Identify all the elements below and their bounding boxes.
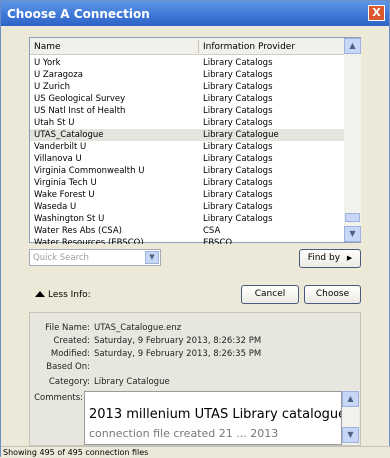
created-value: Saturday, 9 February 2013, 8:26:32 PM — [94, 336, 262, 346]
row-name: Water Res Abs (CSA) — [34, 226, 122, 236]
less-info-toggle[interactable]: Less Info: — [35, 290, 91, 300]
scroll-thumb[interactable] — [345, 213, 360, 222]
list-row[interactable]: U Zaragoza Library Catalogs — [30, 69, 344, 81]
row-name: Vanderbilt U — [34, 142, 87, 152]
category-label: Category: — [48, 377, 90, 387]
row-provider: Library Catalogs — [203, 202, 273, 212]
list-row[interactable]: U Zurich Library Catalogs — [30, 81, 344, 93]
row-name: Waseda U — [34, 202, 77, 212]
list-row[interactable]: Virginia Commonwealth U Library Catalogs — [30, 165, 344, 177]
scroll-up-icon[interactable]: ▲ — [344, 38, 361, 54]
comments-line-1: 2013 millenium UTAS Library catalogue — [89, 407, 342, 422]
find-by-label: Find by — [307, 253, 341, 263]
row-provider: Library Catalogs — [203, 70, 273, 80]
find-by-button[interactable]: Find by ▶ — [299, 249, 361, 268]
list-header: Name Information Provider — [30, 38, 344, 55]
row-name: U Zaragoza — [34, 70, 83, 80]
row-provider: Library Catalogs — [203, 82, 273, 92]
row-provider: Library Catalogs — [203, 178, 273, 188]
row-name: US Geological Survey — [34, 94, 126, 104]
row-provider: CSA — [203, 226, 221, 236]
row-provider: Library Catalogs — [203, 142, 273, 152]
triangle-right-icon: ▶ — [346, 254, 353, 262]
file-name-value: UTAS_Catalogue.enz — [94, 323, 182, 333]
column-divider[interactable] — [198, 40, 199, 53]
list-row[interactable]: Wake Forest U Library Catalogs — [30, 189, 344, 201]
comments-scroll-down-icon[interactable]: ▼ — [342, 427, 359, 443]
choose-connection-dialog: Choose A Connection X Name Information P… — [0, 0, 390, 458]
list-row[interactable]: Waseda U Library Catalogs — [30, 201, 344, 213]
comments-scrollbar[interactable]: ▲ ▼ — [342, 391, 359, 445]
close-button[interactable]: X — [368, 5, 385, 21]
row-provider: EBSCO — [203, 238, 233, 244]
row-name: US Natl Inst of Health — [34, 106, 126, 116]
arrow-up-icon — [35, 291, 45, 297]
row-name: U York — [34, 58, 61, 68]
file-name-label: File Name: — [45, 323, 90, 333]
row-name: Wake Forest U — [34, 190, 95, 200]
row-provider: Library Catalogs — [203, 118, 273, 128]
row-provider: Library Catalogs — [203, 94, 273, 104]
list-rows: U York Library Catalogs U Zaragoza Library … — [30, 57, 344, 244]
list-row[interactable]: US Geological Survey Library Catalogs — [30, 93, 344, 105]
window-title: Choose A Connection — [7, 7, 150, 21]
choose-button[interactable]: Choose — [304, 285, 361, 304]
list-scrollbar[interactable]: ▲ ▼ — [344, 38, 361, 242]
list-row[interactable]: Villanova U Library Catalogs — [30, 153, 344, 165]
comments-field[interactable]: 2013 millenium UTAS Library catalogue co… — [84, 391, 342, 445]
cancel-button[interactable]: Cancel — [241, 285, 299, 304]
row-provider: Library Catalogs — [203, 58, 273, 68]
quick-search-input[interactable]: Quick Search ▼ — [29, 249, 161, 266]
modified-value: Saturday, 9 February 2013, 8:26:35 PM — [94, 349, 262, 359]
row-provider: Library Catalogs — [203, 106, 273, 116]
row-name: Virginia Tech U — [34, 178, 97, 188]
list-row[interactable]: Washington St U Library Catalogs — [30, 213, 344, 225]
row-provider: Library Catalogs — [203, 214, 273, 224]
row-provider: Library Catalogs — [203, 166, 273, 176]
list-row[interactable]: U York Library Catalogs — [30, 57, 344, 69]
column-header-provider[interactable]: Information Provider — [203, 42, 295, 52]
row-name: Virginia Commonwealth U — [34, 166, 145, 176]
row-name: UTAS_Catalogue — [34, 130, 104, 140]
comments-scroll-up-icon[interactable]: ▲ — [342, 391, 359, 407]
column-header-name[interactable]: Name — [34, 42, 61, 52]
quick-search-placeholder: Quick Search — [33, 253, 89, 263]
row-name: Utah St U — [34, 118, 75, 128]
list-row[interactable]: Water Resources (EBSCO) EBSCO — [30, 237, 344, 244]
comments-line-2: connection file created 21 ... 2013 — [89, 427, 279, 440]
chevron-down-icon[interactable]: ▼ — [145, 251, 159, 264]
title-bar: Choose A Connection X — [1, 1, 389, 26]
based-on-label: Based On: — [46, 362, 90, 372]
list-row[interactable]: Utah St U Library Catalogs — [30, 117, 344, 129]
list-row[interactable]: UTAS_Catalogue Library Catalogue — [30, 129, 344, 141]
row-provider: Library Catalogs — [203, 154, 273, 164]
status-bar: Showing 495 of 495 connection files — [1, 446, 390, 458]
list-row[interactable]: US Natl Inst of Health Library Catalogs — [30, 105, 344, 117]
modified-label: Modified: — [50, 349, 90, 359]
row-provider: Library Catalogs — [203, 190, 273, 200]
comments-label: Comments: — [34, 393, 83, 403]
list-row[interactable]: Vanderbilt U Library Catalogs — [30, 141, 344, 153]
less-info-label: Less Info: — [48, 290, 91, 300]
connection-list[interactable]: Name Information Provider U York Library … — [29, 37, 361, 244]
details-panel: File Name: UTAS_Catalogue.enz Created: S… — [29, 312, 361, 446]
row-name: Villanova U — [34, 154, 82, 164]
row-name: U Zurich — [34, 82, 71, 92]
category-value: Library Catalogue — [94, 377, 170, 387]
list-row[interactable]: Virginia Tech U Library Catalogs — [30, 177, 344, 189]
list-row[interactable]: Water Res Abs (CSA) CSA — [30, 225, 344, 237]
row-name: Washington St U — [34, 214, 105, 224]
row-name: Water Resources (EBSCO) — [34, 238, 144, 244]
created-label: Created: — [53, 336, 90, 346]
row-provider: Library Catalogue — [203, 130, 279, 140]
scroll-down-icon[interactable]: ▼ — [344, 226, 361, 242]
